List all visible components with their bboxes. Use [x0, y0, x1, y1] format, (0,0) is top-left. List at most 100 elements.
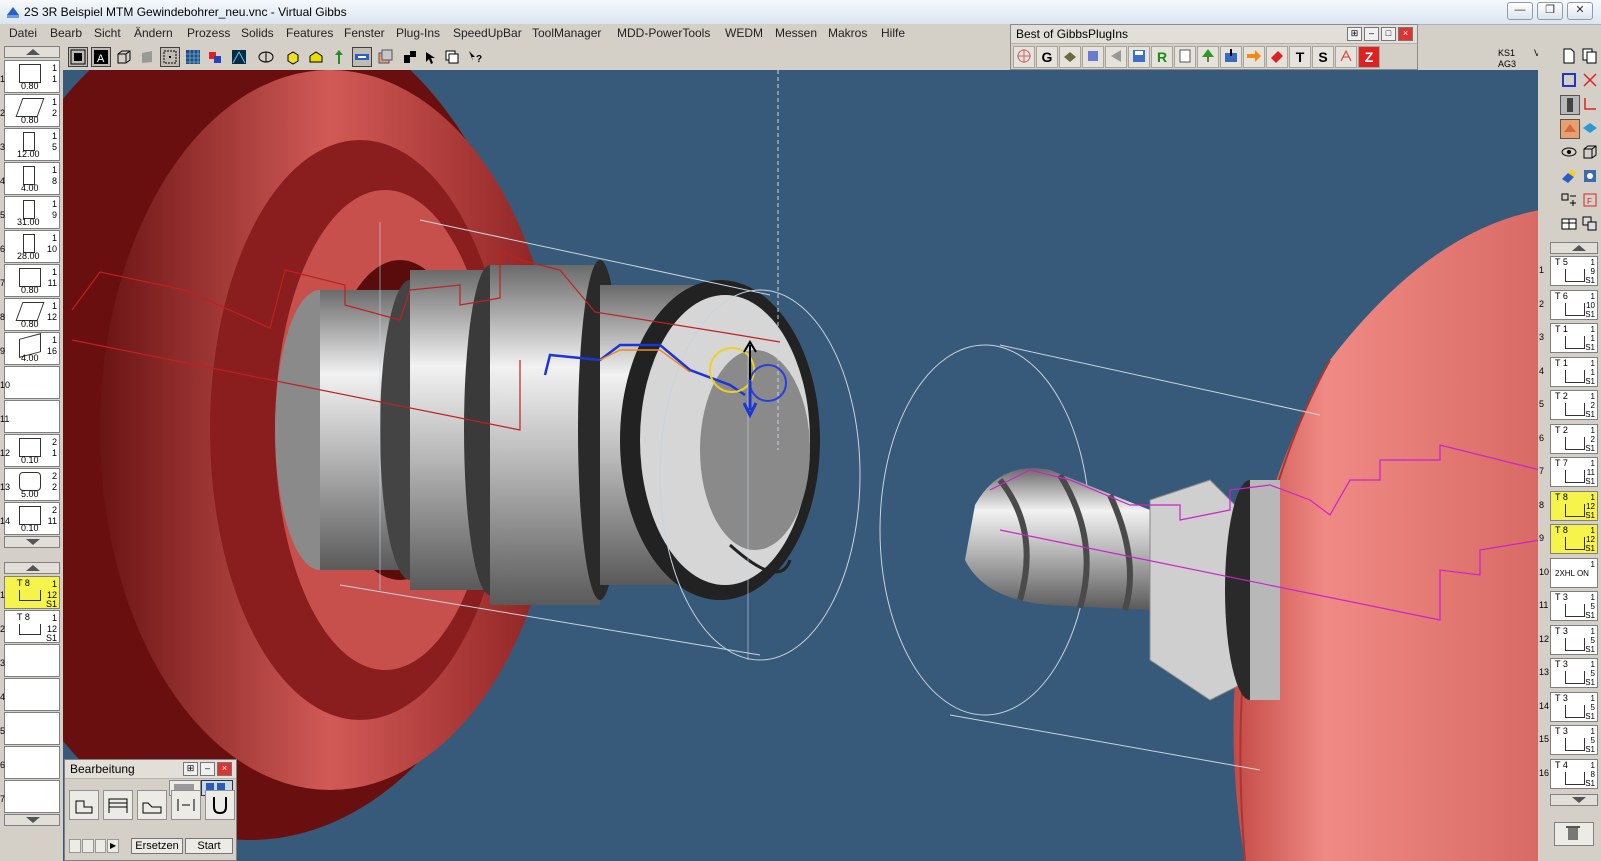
plugin-arrow-button[interactable] [1243, 46, 1265, 68]
contour-turn-button[interactable] [137, 790, 167, 820]
plugins-maximize-button[interactable]: □ [1381, 27, 1396, 41]
select-box-button[interactable] [160, 47, 180, 67]
menu-fenster[interactable]: Fenster [344, 26, 385, 40]
trash-button[interactable] [1554, 822, 1594, 846]
tool-slot-9[interactable]: 9 4.00 1 16 [0, 332, 60, 365]
plugin-target-button[interactable] [1013, 46, 1035, 68]
origin-button[interactable] [400, 47, 420, 67]
tool-slot-1[interactable]: 1 0.80 1 1 [0, 60, 60, 93]
menu-sicht[interactable]: Sicht [94, 26, 121, 40]
copy-doc-button[interactable] [1581, 47, 1601, 67]
text-view-button[interactable]: A [91, 47, 111, 67]
bearbeitung-minimize-button[interactable]: – [200, 762, 215, 776]
face-turn-button[interactable] [69, 790, 99, 820]
groove-button[interactable] [205, 790, 235, 820]
ops-scroll-down[interactable] [4, 814, 60, 826]
wireframe-button[interactable] [114, 47, 134, 67]
menu-prozess[interactable]: Prozess [187, 26, 230, 40]
right-op-10[interactable]: 10 2XHL ON 1 [1539, 557, 1598, 588]
left-op-3[interactable]: 3 [0, 644, 60, 677]
tool-slot-7[interactable]: 7 0.80 1 11 [0, 264, 60, 297]
bearbeitung-dock-button[interactable]: ⊞ [183, 762, 198, 776]
yellow-box-button[interactable] [283, 47, 303, 67]
nav-play-icon[interactable]: ▶ [107, 839, 119, 853]
ersetzen-button[interactable]: Ersetzen [131, 838, 183, 854]
frame-view-button[interactable] [68, 47, 88, 67]
nav-box-3[interactable] [94, 839, 107, 853]
menu-aendern[interactable]: Ändern [134, 26, 173, 40]
settings-button[interactable] [1581, 167, 1601, 187]
menu-solids[interactable]: Solids [241, 26, 274, 40]
green-arrows-button[interactable] [329, 47, 349, 67]
plugin-axis-button[interactable] [1335, 46, 1357, 68]
tool-slot-8[interactable]: 8 0.80 1 12 [0, 298, 60, 331]
plugins-dock-button[interactable]: ⊞ [1347, 27, 1362, 41]
menu-datei[interactable]: Datei [9, 26, 37, 40]
close-button[interactable]: ✕ [1567, 2, 1593, 20]
clone-button[interactable] [1581, 215, 1601, 235]
bearbeitung-close-button[interactable]: × [217, 762, 232, 776]
left-op-4[interactable]: 4 [0, 678, 60, 711]
plugin-tree-button[interactable] [1197, 46, 1219, 68]
window-view-button[interactable] [442, 47, 462, 67]
tool-slot-4[interactable]: 4 4.00 1 8 [0, 162, 60, 195]
chuck-button[interactable] [1560, 119, 1580, 139]
layers-button[interactable] [375, 47, 395, 67]
rect-button[interactable] [1560, 71, 1580, 91]
plugins-minimize-button[interactable]: – [1364, 27, 1379, 41]
ops-scroll-up[interactable] [4, 562, 60, 574]
help-button[interactable]: ? [465, 47, 485, 67]
menu-features[interactable]: Features [286, 26, 333, 40]
bearbeitung-titlebar[interactable]: Bearbeitung ⊞ – × [65, 760, 236, 779]
plugin-solid-button[interactable] [1059, 46, 1081, 68]
menu-mdd-powertools[interactable]: MDD-PowerTools [617, 26, 710, 40]
menu-makros[interactable]: Makros [828, 26, 867, 40]
menu-plugins[interactable]: Plug-Ins [396, 26, 440, 40]
menu-hilfe[interactable]: Hilfe [881, 26, 905, 40]
right-op-15[interactable]: 15 T 3 1 5 S1 [1539, 725, 1598, 755]
tool-slot-11[interactable]: 11 [0, 400, 60, 433]
thread-button[interactable] [171, 790, 201, 820]
plugin-frame-button[interactable] [1174, 46, 1196, 68]
tool-slot-5[interactable]: 5 31.00 1 9 [0, 196, 60, 229]
right-op-2[interactable]: 2 T 6 1 10 S1 [1539, 289, 1598, 320]
plugin-t-button[interactable]: T [1289, 46, 1311, 68]
tool-slot-2[interactable]: 2 0.80 1 2 [0, 94, 60, 127]
minimize-button[interactable]: — [1507, 2, 1533, 20]
table-button[interactable] [1560, 215, 1580, 235]
axis-corner-button[interactable] [1581, 95, 1601, 115]
plugin-import-button[interactable] [1220, 46, 1242, 68]
tool-slot-13[interactable]: 13 5.00 2 2 [0, 468, 60, 501]
section-button[interactable] [229, 47, 249, 67]
tool-slot-14[interactable]: 14 0.10 2 11 [0, 502, 60, 535]
right-ops-scroll-down[interactable] [1550, 794, 1598, 806]
plugin-box-button[interactable] [1082, 46, 1104, 68]
left-op-2[interactable]: 2T 8 1 12 S1 [0, 610, 60, 643]
right-op-14[interactable]: 14 T 3 1 5 S1 [1539, 691, 1598, 722]
box-view-button[interactable] [1581, 143, 1601, 163]
pick-button[interactable] [421, 47, 441, 67]
tool-slot-6[interactable]: 6 28.00 1 10 [0, 230, 60, 263]
plugin-s-button[interactable]: S [1312, 46, 1334, 68]
right-op-7[interactable]: 7T 7 1 11 S1 [1539, 457, 1598, 487]
menu-bearb[interactable]: Bearb [50, 26, 82, 40]
menu-wedm[interactable]: WEDM [725, 26, 763, 40]
nav-box-2[interactable] [81, 839, 94, 853]
right-op-12[interactable]: 12 T 3 1 5 S1 [1539, 624, 1598, 655]
plugin-save-button[interactable] [1128, 46, 1150, 68]
left-op-6[interactable]: 6 [0, 746, 60, 779]
left-op-5[interactable]: 5 [0, 712, 60, 745]
nav-box-1[interactable] [69, 839, 81, 853]
ellipse-button[interactable] [256, 47, 276, 67]
right-op-5[interactable]: 5 T 2 1 2 S1 [1539, 390, 1598, 420]
plane-button[interactable] [1581, 119, 1601, 139]
right-op-4[interactable]: 4T 1 1 1 S1 [1539, 356, 1598, 387]
new-doc-button[interactable] [1560, 47, 1580, 67]
plugin-back-button[interactable] [1105, 46, 1127, 68]
colors-button[interactable] [206, 47, 226, 67]
blue-tool-button[interactable] [352, 47, 372, 67]
restore-button[interactable]: ❐ [1537, 2, 1563, 20]
plugin-z-button[interactable]: Z [1358, 46, 1380, 68]
shaded-button[interactable] [137, 47, 157, 67]
tool-slot-12[interactable]: 12 0.10 2 1 [0, 434, 60, 467]
